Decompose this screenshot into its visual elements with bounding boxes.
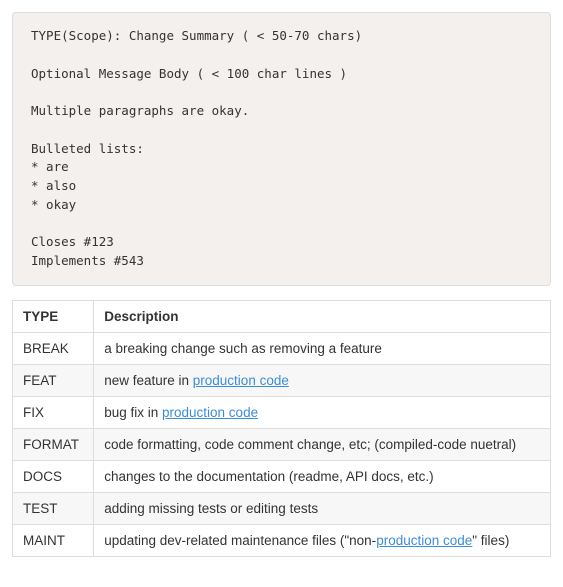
table-row: FEAT new feature in production code [13, 364, 551, 396]
description-cell: adding missing tests or editing tests [94, 492, 551, 524]
type-cell: FORMAT [13, 428, 94, 460]
table-row: DOCS changes to the documentation (readm… [13, 460, 551, 492]
desc-text: bug fix in [104, 405, 162, 420]
description-cell: bug fix in production code [94, 396, 551, 428]
desc-text: updating dev-related maintenance files (… [104, 533, 376, 548]
table-row: FORMAT code formatting, code comment cha… [13, 428, 551, 460]
description-cell: new feature in production code [94, 364, 551, 396]
production-code-link[interactable]: production code [193, 373, 289, 388]
desc-text: new feature in [104, 373, 193, 388]
type-cell: DOCS [13, 460, 94, 492]
type-cell: MAINT [13, 524, 94, 556]
col-header-description: Description [94, 300, 551, 332]
type-table: TYPE Description BREAK a breaking change… [12, 300, 551, 557]
table-row: FIX bug fix in production code [13, 396, 551, 428]
type-cell: FIX [13, 396, 94, 428]
desc-text: adding missing tests or editing tests [104, 501, 318, 516]
desc-text: changes to the documentation (readme, AP… [104, 469, 433, 484]
production-code-link[interactable]: production code [376, 533, 472, 548]
col-header-type: TYPE [13, 300, 94, 332]
description-cell: code formatting, code comment change, et… [94, 428, 551, 460]
description-cell: a breaking change such as removing a fea… [94, 332, 551, 364]
table-row: MAINT updating dev-related maintenance f… [13, 524, 551, 556]
type-cell: FEAT [13, 364, 94, 396]
table-header-row: TYPE Description [13, 300, 551, 332]
description-cell: changes to the documentation (readme, AP… [94, 460, 551, 492]
description-cell: updating dev-related maintenance files (… [94, 524, 551, 556]
type-cell: BREAK [13, 332, 94, 364]
type-cell: TEST [13, 492, 94, 524]
production-code-link[interactable]: production code [162, 405, 258, 420]
table-row: TEST adding missing tests or editing tes… [13, 492, 551, 524]
table-row: BREAK a breaking change such as removing… [13, 332, 551, 364]
commit-message-format: TYPE(Scope): Change Summary ( < 50-70 ch… [12, 12, 551, 286]
desc-text: " files) [472, 533, 509, 548]
desc-text: a breaking change such as removing a fea… [104, 341, 382, 356]
desc-text: code formatting, code comment change, et… [104, 437, 516, 452]
